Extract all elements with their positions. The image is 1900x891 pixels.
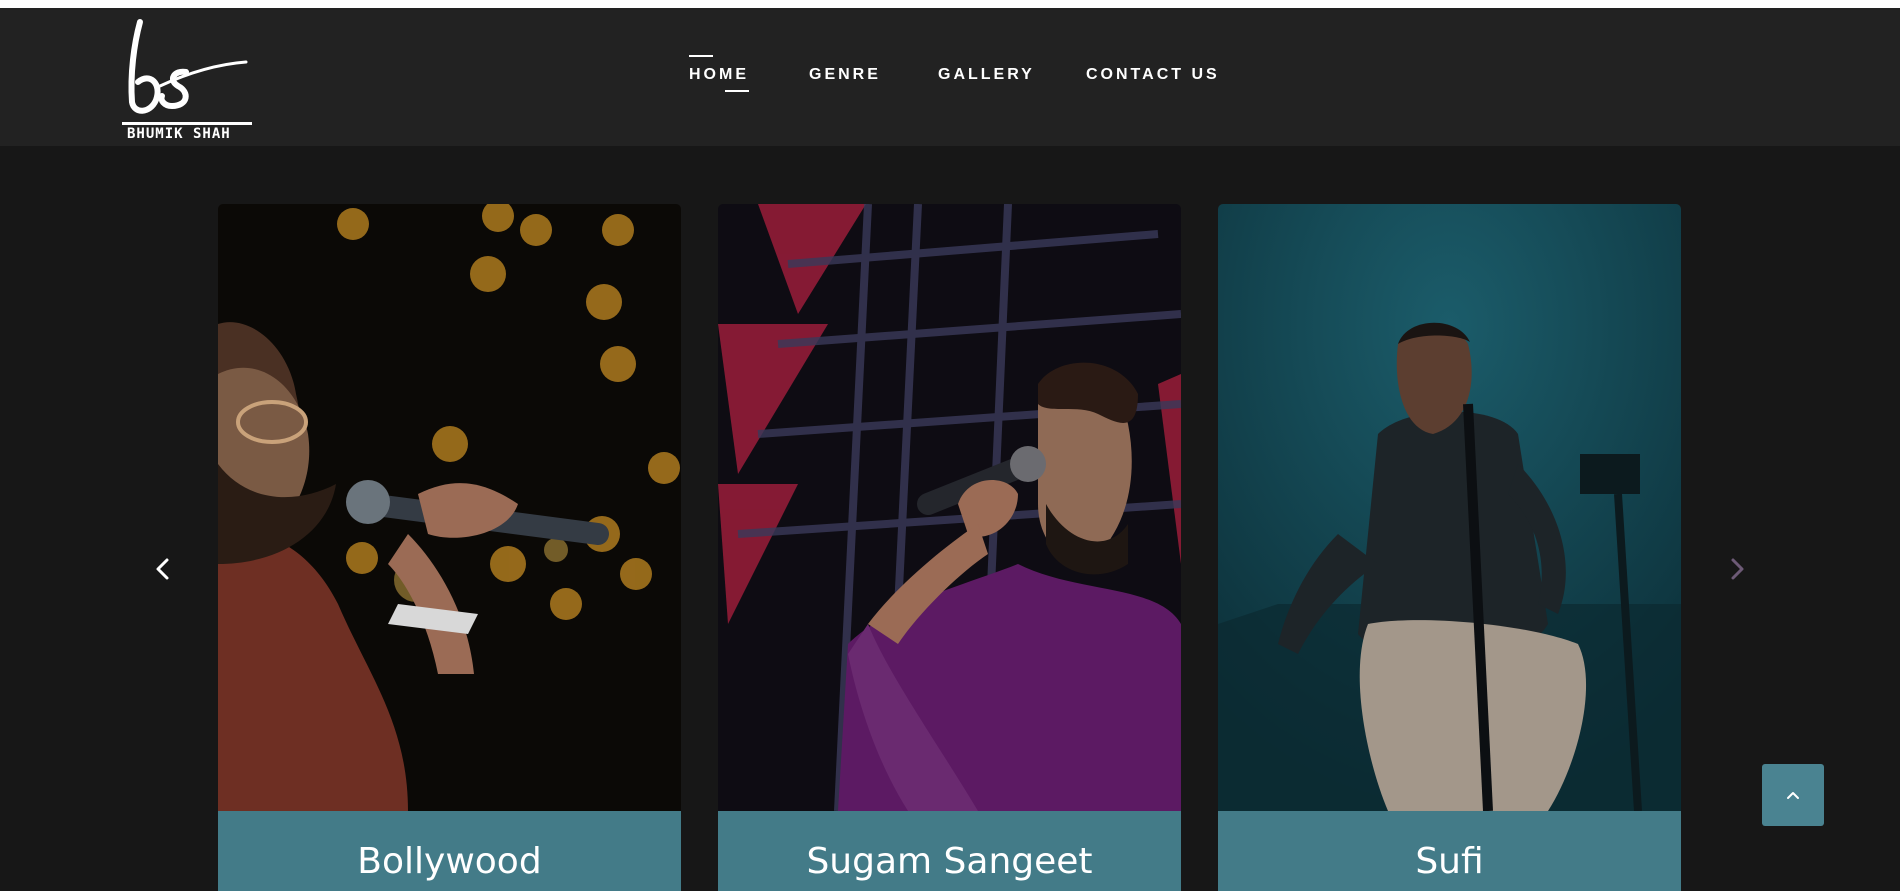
card-photo-bollywood bbox=[218, 204, 681, 811]
nav-gallery[interactable]: GALLERY bbox=[938, 66, 1035, 84]
scroll-to-top-button[interactable] bbox=[1762, 764, 1824, 826]
nav-genre[interactable]: GENRE bbox=[809, 66, 881, 84]
nav-genre-label: GENRE bbox=[809, 66, 881, 83]
genre-carousel: Bollywood Sugam Sangeet Sufi bbox=[0, 146, 1900, 891]
singer-photo bbox=[218, 204, 681, 811]
nav-contact-us-label: CONTACT US bbox=[1086, 66, 1220, 83]
site-header: BHUMIK SHAH HOME GENRE GALLERY CONTACT U… bbox=[0, 8, 1900, 146]
site-logo[interactable]: BHUMIK SHAH bbox=[120, 14, 256, 146]
carousel-prev-button[interactable] bbox=[148, 554, 178, 584]
genre-card-sugam-sangeet[interactable]: Sugam Sangeet bbox=[718, 204, 1181, 891]
chevron-right-icon bbox=[1731, 558, 1744, 580]
logo-underline bbox=[122, 122, 252, 125]
nav-gallery-label: GALLERY bbox=[938, 66, 1035, 83]
card-title-sufi: Sufi bbox=[1415, 841, 1484, 882]
logo-name: BHUMIK SHAH bbox=[127, 126, 231, 142]
bs-monogram-logo bbox=[128, 19, 248, 114]
card-caption: Sugam Sangeet bbox=[718, 811, 1181, 891]
card-photo-sufi bbox=[1218, 204, 1681, 811]
genre-card-bollywood[interactable]: Bollywood bbox=[218, 204, 681, 891]
top-border bbox=[0, 0, 1900, 8]
singer-photo bbox=[1218, 204, 1681, 811]
nav-active-indicator-bottom bbox=[725, 90, 749, 92]
card-title-bollywood: Bollywood bbox=[357, 841, 542, 882]
nav-contact-us[interactable]: CONTACT US bbox=[1086, 66, 1220, 84]
card-title-sugam-sangeet: Sugam Sangeet bbox=[806, 841, 1093, 882]
card-photo-sugam-sangeet bbox=[718, 204, 1181, 811]
nav-home[interactable]: HOME bbox=[689, 55, 749, 92]
card-caption: Bollywood bbox=[218, 811, 681, 891]
card-caption: Sufi bbox=[1218, 811, 1681, 891]
nav-active-indicator-top bbox=[689, 55, 713, 57]
chevron-left-icon bbox=[156, 558, 169, 580]
genre-card-sufi[interactable]: Sufi bbox=[1218, 204, 1681, 891]
nav-home-label: HOME bbox=[689, 66, 749, 83]
carousel-next-button[interactable] bbox=[1722, 554, 1752, 584]
chevron-up-icon bbox=[1787, 792, 1799, 799]
singer-photo bbox=[718, 204, 1181, 811]
